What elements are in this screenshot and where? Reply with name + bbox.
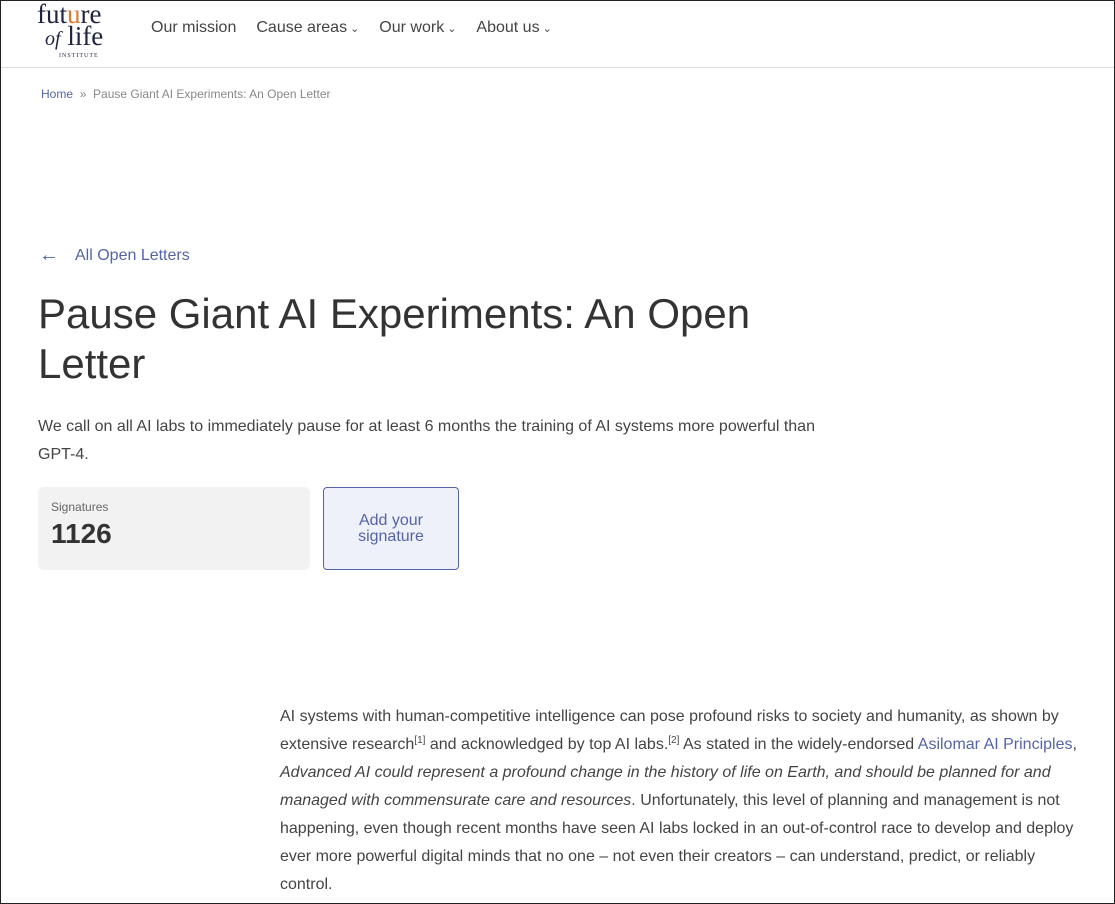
- lead-text: We call on all AI labs to immediately pa…: [38, 418, 815, 463]
- nav-about-us[interactable]: About us ⌄: [476, 19, 551, 37]
- letter-paragraph: AI systems with human-competitive intell…: [280, 708, 1077, 893]
- asilomar-link[interactable]: Asilomar AI Principles: [918, 736, 1073, 753]
- nav-our-work[interactable]: Our work ⌄: [379, 19, 456, 37]
- signatures-label: Signatures: [51, 500, 109, 514]
- add-signature-button[interactable]: Add your signature: [323, 487, 459, 570]
- breadcrumb-current: Pause Giant AI Experiments: An Open Lett…: [93, 87, 331, 101]
- chevron-down-icon: ⌄: [447, 23, 457, 35]
- chevron-down-icon: ⌄: [350, 23, 360, 35]
- nav-cause-areas[interactable]: Cause areas ⌄: [256, 19, 359, 37]
- breadcrumb: Home » Pause Giant AI Experiments: An Op…: [41, 87, 331, 101]
- arrow-left-icon: ←: [39, 244, 59, 266]
- breadcrumb-separator: »: [79, 87, 87, 101]
- fli-logo[interactable]: future of life INSTITUTE: [37, 1, 113, 60]
- reference-1[interactable]: [1]: [414, 735, 425, 746]
- signatures-count: 1126: [51, 518, 112, 549]
- chevron-down-icon: ⌄: [542, 23, 552, 35]
- breadcrumb-home[interactable]: Home: [41, 87, 73, 101]
- reference-2[interactable]: [2]: [668, 735, 679, 746]
- main-nav: Our mission Cause areas ⌄ Our work ⌄ About…: [151, 19, 552, 37]
- all-open-letters-link[interactable]: ← All Open Letters: [39, 244, 190, 267]
- signature-count-box: Signatures 1126: [38, 487, 310, 570]
- page-title: Pause Giant AI Experiments: An Open Lett…: [38, 290, 751, 387]
- nav-our-mission[interactable]: Our mission: [151, 19, 236, 37]
- site-header: future of life INSTITUTE Our mission Cau…: [1, 1, 1114, 68]
